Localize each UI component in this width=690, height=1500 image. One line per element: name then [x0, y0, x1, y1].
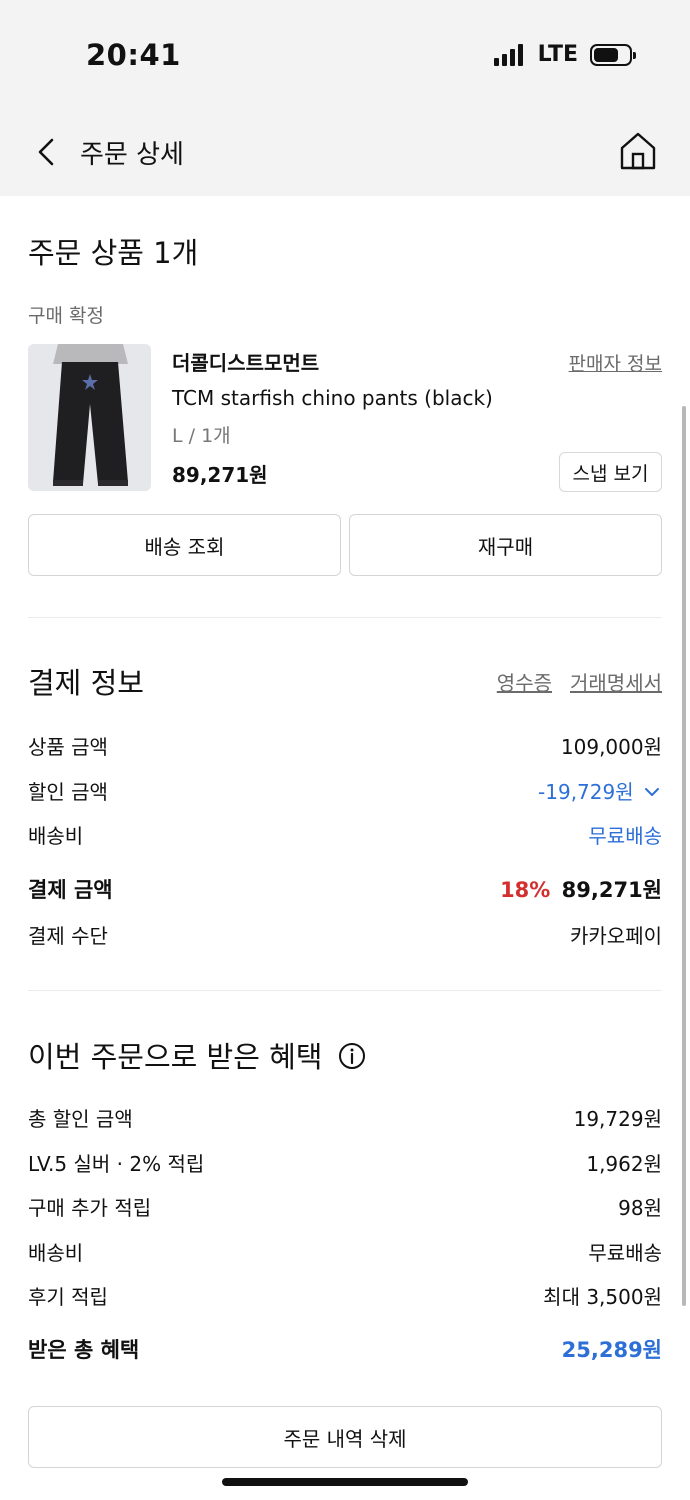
product-option: L / 1개 — [172, 425, 231, 447]
benefit-shipping-value: 무료배송 — [588, 1241, 662, 1265]
chevron-down-icon — [645, 788, 659, 796]
total-discount-label: 총 할인 금액 — [28, 1107, 133, 1131]
total-benefit-value: 25,289원 — [561, 1338, 662, 1362]
discount-amount-value: -19,729원 — [538, 780, 634, 804]
payment-amount-label: 결제 금액 — [28, 878, 113, 902]
level-reward-label: LV.5 실버 · 2% 적립 — [28, 1152, 205, 1176]
page-title: 주문 상세 — [80, 140, 184, 170]
status-indicators: LTE — [493, 42, 636, 67]
statement-link[interactable]: 거래명세서 — [570, 667, 662, 696]
product-amount-label: 상품 금액 — [28, 735, 108, 759]
battery-icon — [590, 43, 636, 66]
seller-info-link[interactable]: 판매자 정보 — [569, 349, 662, 376]
order-products-title: 주문 상품 1개 — [28, 236, 199, 270]
info-icon[interactable] — [338, 1042, 366, 1070]
payment-method-value: 카카오페이 — [570, 924, 662, 948]
divider — [28, 990, 662, 991]
scrollbar[interactable] — [682, 406, 686, 1306]
product-price: 89,271원 — [172, 463, 268, 487]
home-icon[interactable] — [618, 130, 658, 172]
total-discount-value: 19,729원 — [573, 1107, 662, 1131]
top-bar: 20:41 LTE 주문 상세 — [0, 0, 690, 196]
delete-order-button[interactable]: 주문 내역 삭제 — [28, 1406, 662, 1468]
back-arrow-icon[interactable] — [30, 134, 66, 170]
track-delivery-button[interactable]: 배송 조회 — [28, 514, 341, 576]
receipt-link[interactable]: 영수증 — [497, 667, 552, 696]
product-image[interactable] — [28, 344, 151, 491]
benefits-title-text: 이번 주문으로 받은 혜택 — [28, 1040, 323, 1074]
snap-view-button[interactable]: 스냅 보기 — [559, 452, 662, 492]
product-amount-value: 109,000원 — [560, 735, 662, 759]
status-time: 20:41 — [86, 38, 181, 72]
shipping-fee-value: 무료배송 — [588, 824, 662, 848]
product-photo-illustration — [28, 344, 151, 491]
benefit-shipping-label: 배송비 — [28, 1241, 84, 1265]
divider — [28, 617, 662, 618]
benefits-title: 이번 주문으로 받은 혜택 — [28, 1034, 366, 1076]
product-brand[interactable]: 더콜디스트모먼트 — [172, 347, 319, 376]
level-reward-value: 1,962원 — [586, 1152, 662, 1176]
review-reward-value: 최대 3,500원 — [543, 1285, 662, 1309]
review-reward-label: 후기 적립 — [28, 1285, 108, 1309]
product-name[interactable]: TCM starfish chino pants (black) — [172, 386, 493, 410]
extra-reward-label: 구매 추가 적립 — [28, 1196, 152, 1220]
payment-method-label: 결제 수단 — [28, 924, 108, 948]
extra-reward-value: 98원 — [618, 1196, 662, 1220]
order-status: 구매 확정 — [28, 305, 104, 327]
signal-icon — [493, 43, 526, 66]
payment-amount: 18% 89,271원 — [500, 874, 662, 904]
discount-amount-toggle[interactable]: -19,729원 — [538, 776, 660, 805]
payment-amount-value: 89,271원 — [561, 878, 662, 902]
payment-info-title: 결제 정보 — [28, 666, 144, 700]
home-indicator — [222, 1478, 468, 1486]
discount-amount-label: 할인 금액 — [28, 780, 108, 804]
total-benefit-label: 받은 총 혜택 — [28, 1338, 140, 1362]
reorder-button[interactable]: 재구매 — [349, 514, 662, 576]
shipping-fee-label: 배송비 — [28, 824, 84, 848]
discount-rate: 18% — [500, 878, 551, 902]
network-label: LTE — [537, 42, 578, 67]
